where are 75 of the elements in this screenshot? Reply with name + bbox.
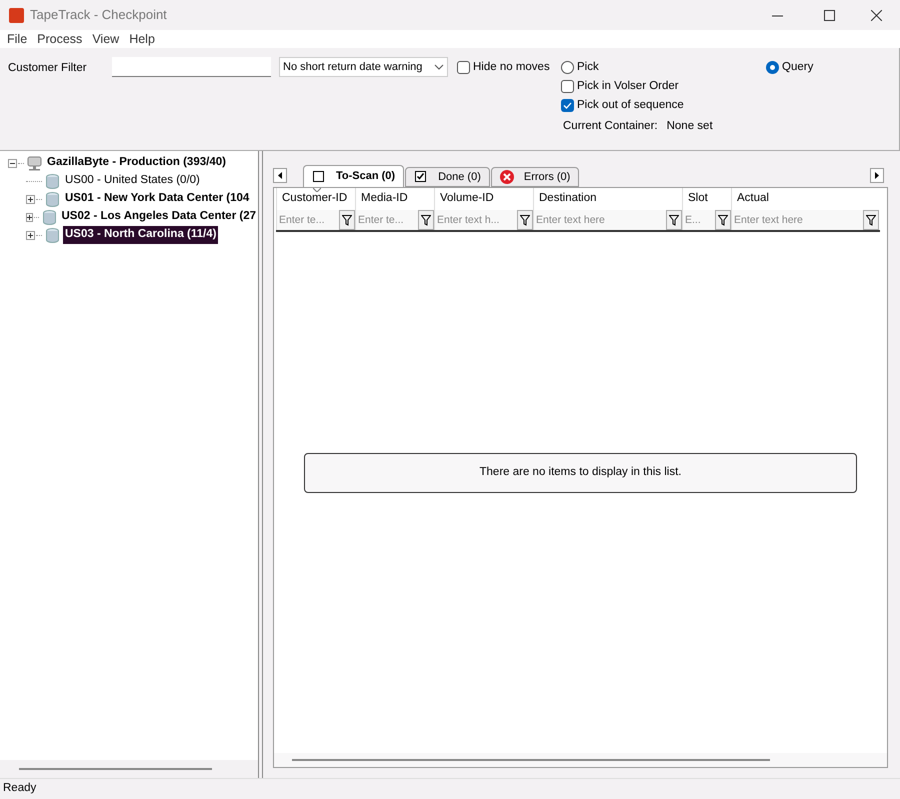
radio-button[interactable] xyxy=(561,61,574,74)
filter-button[interactable] xyxy=(666,210,682,230)
checkmark-icon xyxy=(563,102,572,110)
radio-label: Pick xyxy=(577,60,599,75)
tree-item[interactable]: US03 - North Carolina (11/4) xyxy=(63,226,218,244)
column-header[interactable]: Slot xyxy=(683,188,731,210)
tree-item[interactable]: US02 - Los Angeles Data Center (27 xyxy=(60,208,258,226)
filter-field[interactable]: Enter te... xyxy=(356,210,418,230)
filter-button[interactable] xyxy=(339,210,355,230)
column-header[interactable]: Customer-ID xyxy=(277,188,355,210)
database-icon xyxy=(42,210,56,224)
database-icon xyxy=(45,228,60,242)
scroll-left-icon[interactable] xyxy=(273,168,287,183)
menu-item[interactable]: Process xyxy=(37,30,82,48)
filter-field[interactable]: Enter text here xyxy=(732,210,863,230)
database-icon xyxy=(45,192,60,206)
horizontal-scrollbar[interactable] xyxy=(19,768,212,770)
server-icon xyxy=(27,156,42,170)
menu-item[interactable]: View xyxy=(92,30,120,48)
column-header[interactable]: Volume-ID xyxy=(435,188,533,210)
filter-icon xyxy=(669,214,679,226)
filter-button[interactable] xyxy=(517,210,533,230)
checked-box-icon xyxy=(414,170,428,184)
filter-icon xyxy=(520,214,530,226)
column-header[interactable]: Destination xyxy=(534,188,682,210)
status-text: Ready xyxy=(3,781,36,796)
expander-icon[interactable] xyxy=(8,158,17,168)
scroll-right-icon[interactable] xyxy=(870,168,884,183)
tree-item[interactable]: GazillaByte - Production (393/40) xyxy=(45,154,228,172)
filter-icon xyxy=(866,214,876,226)
window-title: TapeTrack - Checkpoint xyxy=(30,6,167,24)
database-icon xyxy=(45,174,60,188)
menu-item[interactable]: Help xyxy=(129,30,155,48)
filter-icon xyxy=(342,214,352,226)
chevron-down-icon xyxy=(434,64,444,70)
checkbox-label: Pick in Volser Order xyxy=(577,79,679,94)
filter-field[interactable]: Enter text here xyxy=(534,210,666,230)
checkbox[interactable] xyxy=(561,80,574,94)
filter-button[interactable] xyxy=(418,210,434,230)
filter-field[interactable]: E... xyxy=(683,210,715,230)
expander-icon[interactable] xyxy=(26,194,35,204)
filter-field[interactable]: Enter te... xyxy=(277,210,339,230)
maximize-icon[interactable] xyxy=(824,10,835,20)
checkbox[interactable] xyxy=(457,61,470,74)
app-logo-icon xyxy=(9,8,24,22)
filter-field[interactable]: Enter text h... xyxy=(435,210,517,230)
warning-dropdown[interactable]: No short return date warning xyxy=(279,57,448,77)
checkbox-icon xyxy=(312,170,326,184)
radio-button[interactable] xyxy=(766,61,779,74)
expander-icon[interactable] xyxy=(26,212,34,222)
expander-icon[interactable] xyxy=(26,230,35,240)
tree-item[interactable]: US00 - United States (0/0) xyxy=(63,172,202,190)
container-label: Current Container: xyxy=(563,119,658,134)
checkbox[interactable] xyxy=(561,99,574,112)
customer-filter-field[interactable] xyxy=(112,57,271,77)
filter-icon xyxy=(718,214,728,226)
container-value: None set xyxy=(666,119,713,134)
tab[interactable]: Errors (0) xyxy=(490,167,580,187)
checkbox-label: Pick out of sequence xyxy=(577,98,684,113)
tree-item[interactable]: US01 - New York Data Center (104 xyxy=(63,190,252,208)
checkbox-label: Hide no moves xyxy=(473,60,550,75)
empty-list-message: There are no items to display in this list. xyxy=(304,452,857,492)
tab[interactable]: Done (0) xyxy=(405,167,490,187)
error-icon xyxy=(500,170,514,184)
field-label: Customer Filter xyxy=(8,61,87,76)
filter-button[interactable] xyxy=(863,210,879,230)
column-header[interactable]: Actual xyxy=(732,188,879,210)
tab[interactable]: To-Scan (0) xyxy=(303,165,404,187)
horizontal-scrollbar[interactable] xyxy=(292,759,770,761)
column-header[interactable]: Media-ID xyxy=(356,188,434,210)
radio-label: Query xyxy=(782,60,814,75)
close-icon[interactable] xyxy=(871,10,882,20)
filter-icon xyxy=(421,214,431,226)
menu-item[interactable]: File xyxy=(7,30,28,48)
filter-button[interactable] xyxy=(715,210,731,230)
